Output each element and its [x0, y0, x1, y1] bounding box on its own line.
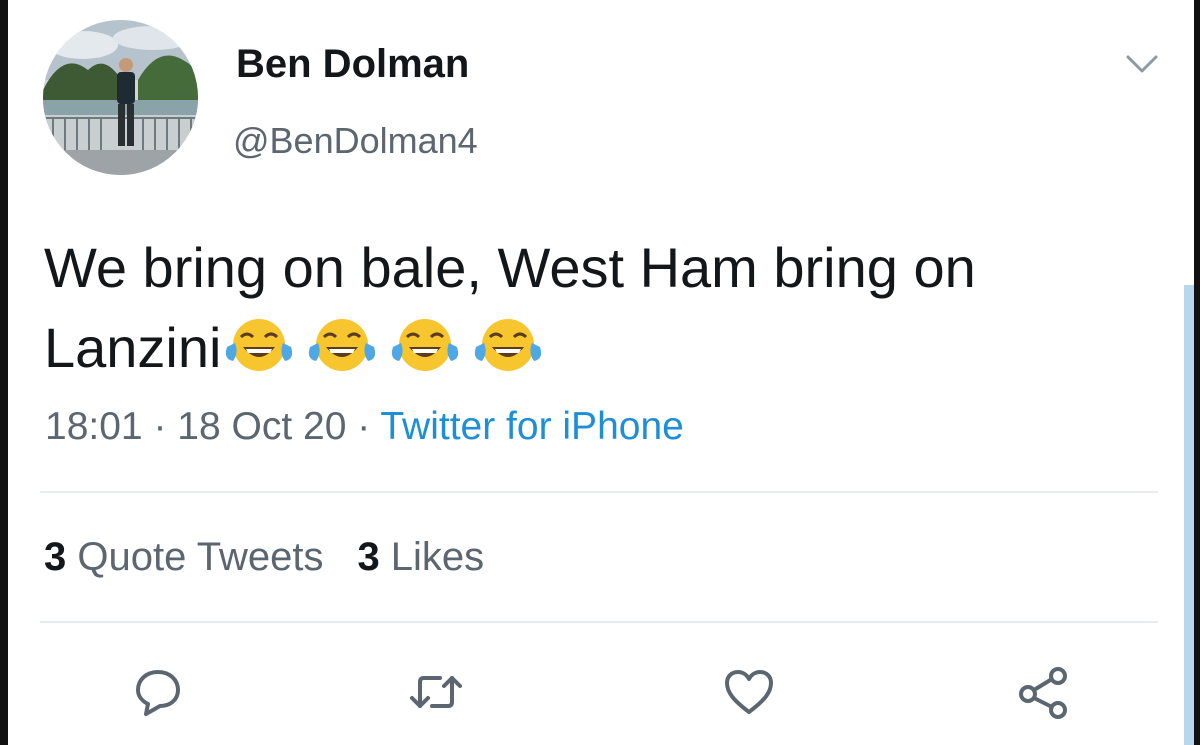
meta-separator: · — [142, 405, 178, 448]
tweet-text: We bring on bale, West Ham bring on Lanz… — [44, 228, 1164, 388]
like-icon[interactable] — [721, 664, 777, 720]
left-border — [0, 0, 8, 745]
tweet-text-line-2: Lanzini — [44, 308, 1164, 388]
quote-tweets-stat[interactable]: 3 Quote Tweets — [44, 535, 323, 579]
face-with-tears-of-joy-icon — [309, 319, 376, 371]
avatar-photo — [43, 20, 198, 175]
right-border — [1194, 0, 1200, 745]
user-handle[interactable]: @BenDolman4 — [233, 120, 478, 162]
tweet-stats: 3 Quote Tweets 3 Likes — [44, 535, 484, 580]
scrollbar[interactable] — [1184, 285, 1194, 745]
tweet-screenshot: Ben Dolman @BenDolman4 We bring on bale,… — [0, 0, 1200, 745]
quote-tweets-count: 3 — [44, 535, 67, 579]
tweet-text-line-1: We bring on bale, West Ham bring on — [44, 236, 976, 299]
face-with-tears-of-joy-icon — [392, 319, 459, 371]
tweet-source-link[interactable]: Twitter for iPhone — [380, 405, 683, 448]
quote-tweets-label: Quote Tweets — [66, 535, 324, 579]
share-icon[interactable] — [1016, 664, 1072, 720]
retweet-icon[interactable] — [408, 664, 464, 720]
avatar[interactable] — [43, 20, 198, 175]
likes-count: 3 — [357, 535, 380, 579]
chevron-down-icon[interactable] — [1124, 52, 1160, 76]
tweet-time: 18:01 — [45, 405, 143, 448]
face-with-tears-of-joy-icon — [475, 319, 542, 371]
reply-icon[interactable] — [130, 664, 186, 720]
likes-stat[interactable]: 3 Likes — [357, 535, 484, 579]
tweet-meta: 18:01 · 18 Oct 20 · Twitter for iPhone — [45, 405, 684, 449]
face-with-tears-of-joy-icon — [226, 319, 293, 371]
meta-separator: · — [346, 405, 381, 448]
display-name[interactable]: Ben Dolman — [236, 42, 469, 87]
tweet-date: 18 Oct 20 — [177, 405, 347, 448]
tweet-text-line-2-words: Lanzini — [44, 316, 222, 379]
divider — [40, 621, 1158, 623]
divider — [40, 491, 1158, 493]
likes-label: Likes — [379, 535, 485, 579]
